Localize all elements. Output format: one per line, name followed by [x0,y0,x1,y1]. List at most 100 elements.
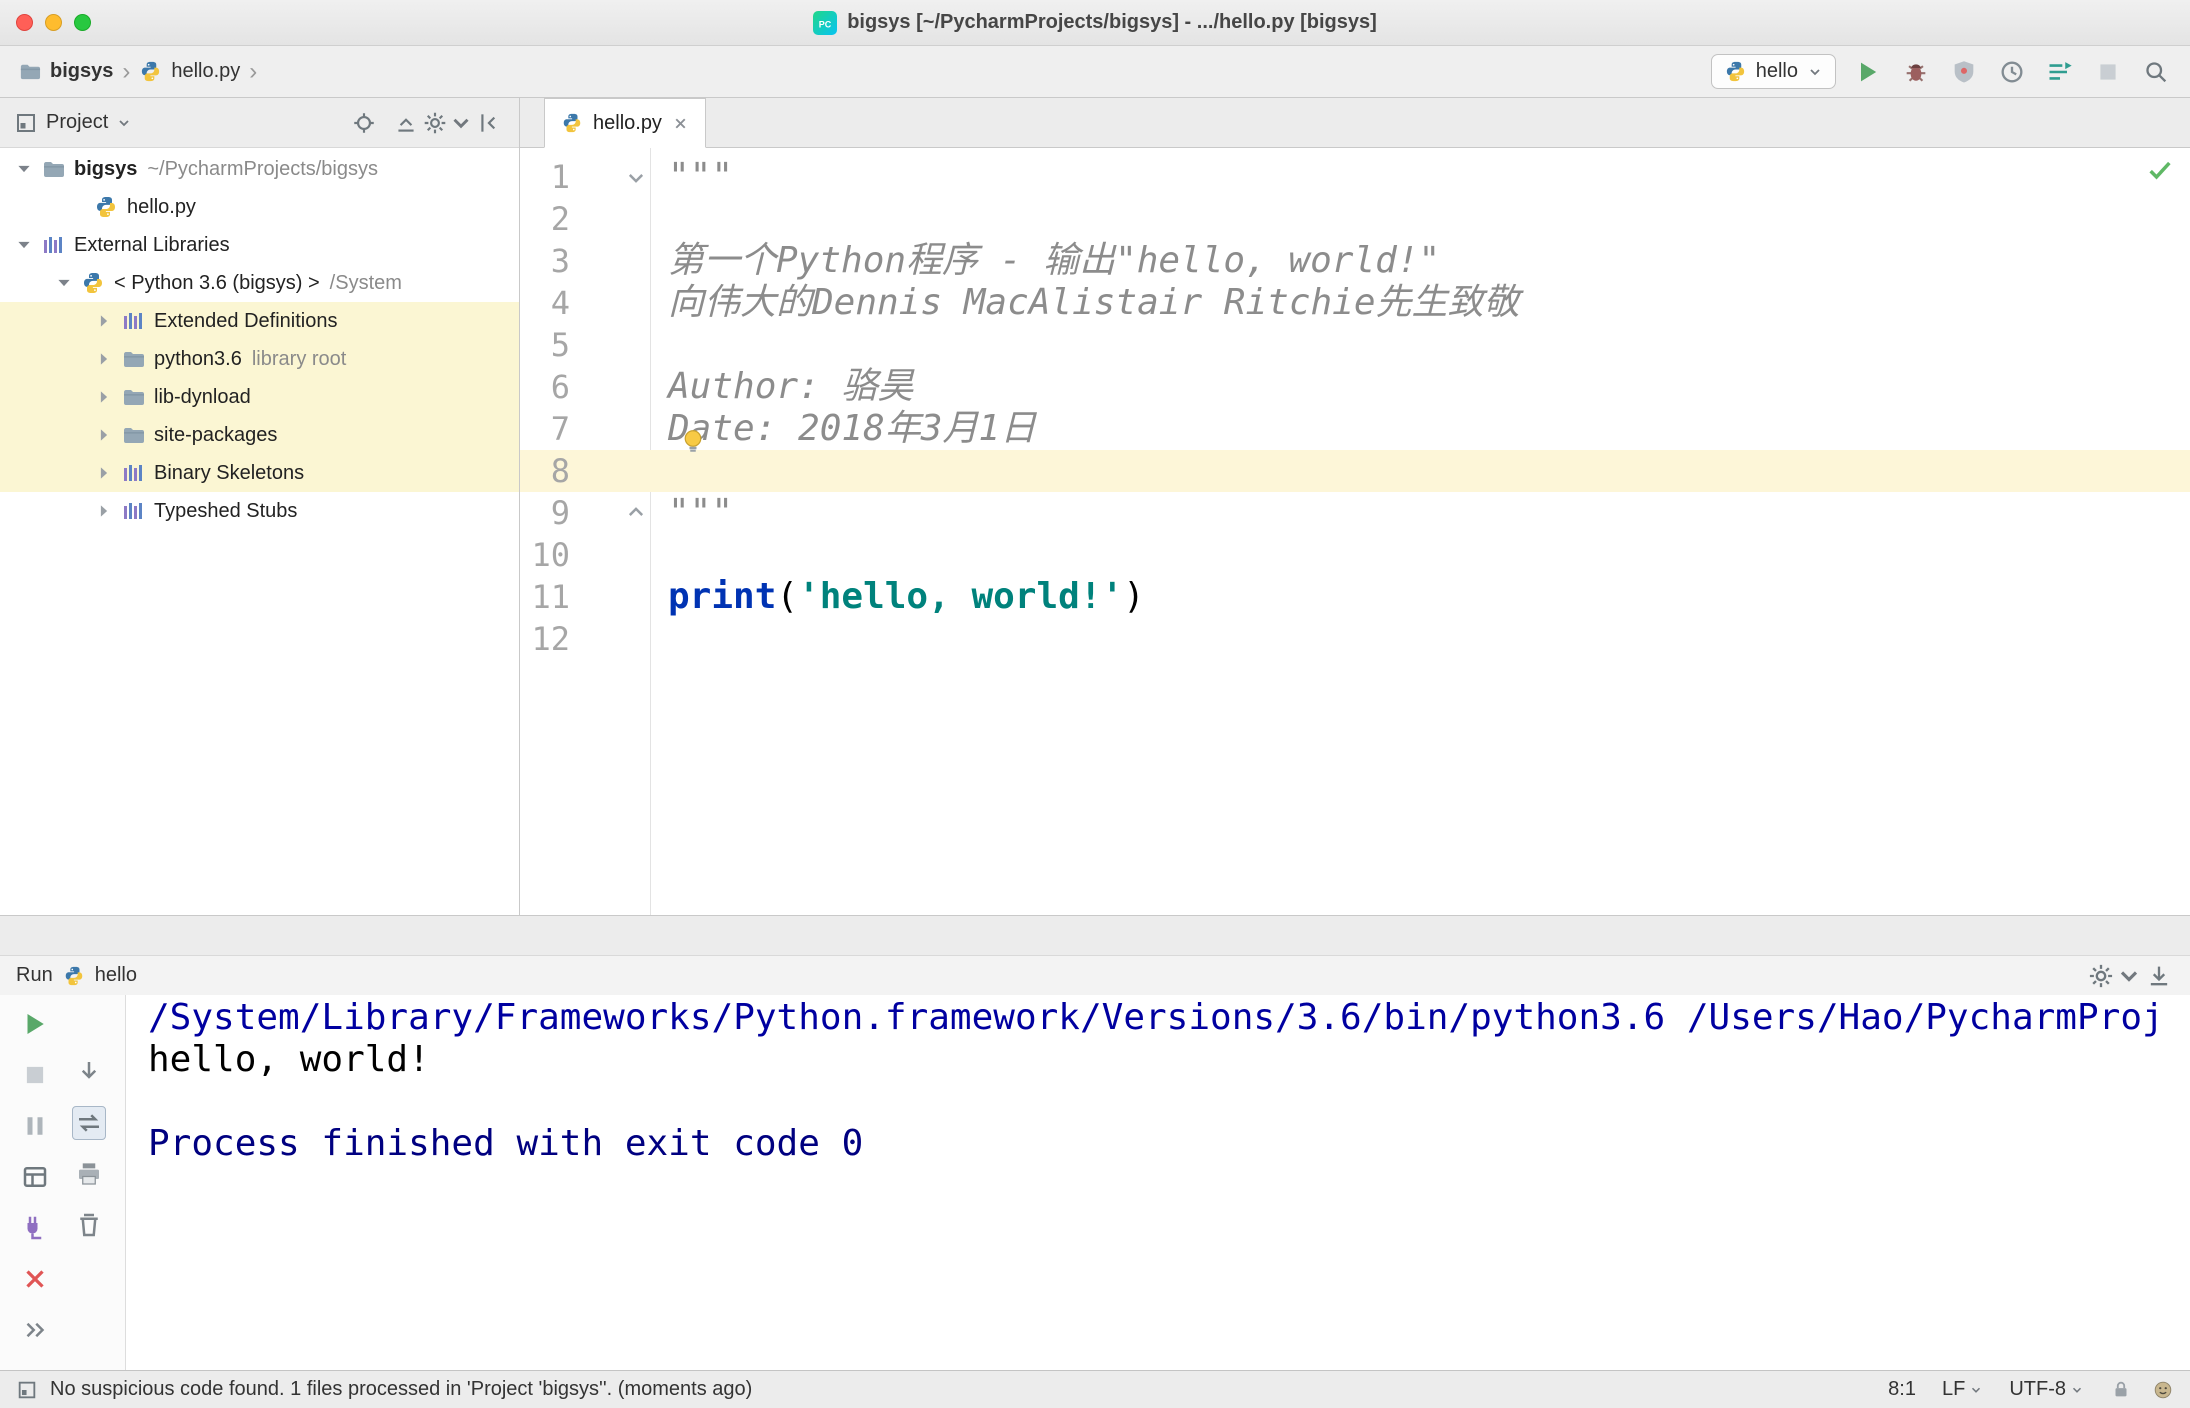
profiler-button[interactable] [1996,56,2028,88]
more-actions-button[interactable] [18,1313,52,1347]
fold-region-start-icon[interactable] [625,166,647,188]
hide-icon [477,110,503,136]
editor-line-3[interactable]: 3 第一个Python程序 - 输出"hello, world!" [520,240,2190,282]
tree-item-label: External Libraries [74,233,230,256]
editor-line-11[interactable]: 11 print('hello, world!') [520,576,2190,618]
intention-bulb-icon[interactable] [678,426,708,456]
scroll-to-end-button[interactable] [72,1055,106,1089]
tree-item-python-3-6-bigsys[interactable]: < Python 3.6 (bigsys) > /System [0,264,519,302]
dock-button[interactable] [2144,961,2174,991]
tab-hello-py[interactable]: hello.py [544,98,706,148]
fold-region-end-icon[interactable] [625,502,647,524]
close-button[interactable] [18,1262,52,1296]
breadcrumb-item-hello-py[interactable]: hello.py [171,60,240,83]
editor-line-12[interactable]: 12 [520,618,2190,660]
console-line-1: /System/Library/Frameworks/Python.framew… [148,997,2164,1038]
toolwindow-toggle-icon[interactable] [16,1379,38,1401]
run-console[interactable]: /System/Library/Frameworks/Python.framew… [126,995,2190,1370]
caret-position-widget[interactable]: 8:1 [1888,1378,1916,1401]
chevron-expanded-icon[interactable] [54,273,74,293]
run-config-name[interactable]: hello [95,964,137,987]
hide-panel-button[interactable] [475,108,505,138]
locate-file-button[interactable] [349,108,379,138]
editor-line-9[interactable]: 9 """ [520,492,2190,534]
read-only-lock-icon[interactable] [2110,1379,2132,1401]
editor-line-6[interactable]: 6 Author: 骆昊 [520,366,2190,408]
concurrency-diagram-button[interactable] [2044,56,2076,88]
tree-item-binary-skeletons[interactable]: Binary Skeletons [0,454,519,492]
run-configuration-select[interactable]: hello [1710,54,1836,89]
code-editor[interactable]: 1 """ 2 3 第一个Python程序 - 输出"hello, world!" 4 向伟… [520,148,2190,915]
chevron-collapsed-icon[interactable] [94,387,114,407]
close-tab-icon[interactable] [672,115,689,132]
line-separator-select[interactable]: LF [1942,1378,1983,1401]
restore-layout-button[interactable] [18,1160,52,1194]
stop-icon [20,1060,50,1090]
chevron-collapsed-icon[interactable] [94,349,114,369]
highlighting-level-icon[interactable] [2152,1379,2174,1401]
stop-icon [2094,58,2122,86]
coverage-button[interactable] [1948,56,1980,88]
clear-all-button[interactable] [72,1208,106,1242]
editor-line-8[interactable]: 8 [520,450,2190,492]
editor-line-2[interactable]: 2 [520,198,2190,240]
settings-button[interactable] [424,108,469,138]
chevron-down-icon [2115,962,2143,990]
line-number: 1 [550,158,570,196]
inspection-status-icon[interactable] [2146,156,2174,184]
soft-wrap-button[interactable] [72,1106,106,1140]
console-line-3 [148,1081,2190,1123]
tree-item-extended-definitions[interactable]: Extended Definitions [0,302,519,340]
close-window-button[interactable] [16,14,33,31]
tree-item-hello-py[interactable]: hello.py [0,188,519,226]
chevron-collapsed-icon[interactable] [94,425,114,445]
tree-item-label: lib-dynload [154,385,251,408]
tree-item-lib-dynload[interactable]: lib-dynload [0,378,519,416]
run-button[interactable] [1852,56,1884,88]
tree-item-label: Typeshed Stubs [154,499,298,522]
chevron-expanded-icon[interactable] [14,235,34,255]
line-number: 3 [550,242,570,280]
chevron-expanded-icon[interactable] [14,159,34,179]
tree-item-bigsys[interactable]: bigsys ~/PycharmProjects/bigsys [0,150,519,188]
zoom-window-button[interactable] [74,14,91,31]
editor-line-4[interactable]: 4 向伟大的Dennis MacAlistair Ritchie先生致敬 [520,282,2190,324]
pause-output-button[interactable] [18,1109,52,1143]
window-title: bigsys [~/PycharmProjects/bigsys] - .../… [847,11,1377,33]
tree-item-python3-6[interactable]: python3.6 library root [0,340,519,378]
editor-line-7[interactable]: 7 Date: 2018年3月1日 [520,408,2190,452]
fold-gutter [570,156,650,198]
run-panel-title[interactable]: Run [16,964,53,987]
chevron-collapsed-icon[interactable] [94,463,114,483]
breadcrumb-item-bigsys[interactable]: bigsys [50,60,113,83]
chevron-collapsed-icon[interactable] [94,501,114,521]
settings-button[interactable] [2089,961,2138,991]
library-node-icon [121,461,145,485]
minimize-window-button[interactable] [45,14,62,31]
tree-item-detail: /System [329,271,402,294]
rerun-button[interactable] [18,1007,52,1041]
encoding-select[interactable]: UTF-8 [2009,1378,2084,1401]
chevron-collapsed-icon[interactable] [94,311,114,331]
line-number: 6 [550,368,570,406]
tree-item-site-packages[interactable]: site-packages [0,416,519,454]
project-panel-title[interactable]: Project [46,111,108,134]
editor-line-10[interactable]: 10 [520,534,2190,576]
collapse-all-button[interactable] [391,108,421,138]
print-button[interactable] [72,1157,106,1191]
horizontal-splitter[interactable] [0,915,2190,955]
line-number: 5 [550,326,570,364]
fold-gutter [570,282,650,324]
tree-item-label: site-packages [154,423,278,446]
search-everywhere-button[interactable] [2140,56,2172,88]
search-icon [2142,58,2170,86]
editor-line-5[interactable]: 5 [520,324,2190,366]
attach-console-button[interactable] [18,1211,52,1245]
collapse-all-icon [393,110,419,136]
editor-line-1[interactable]: 1 """ [520,156,2190,198]
chevron-down-icon [1969,1383,1983,1397]
tree-item-external-libraries[interactable]: External Libraries [0,226,519,264]
tree-item-typeshed-stubs[interactable]: Typeshed Stubs [0,492,519,530]
breadcrumb: bigsys › hello.py › [18,59,257,84]
debug-button[interactable] [1900,56,1932,88]
